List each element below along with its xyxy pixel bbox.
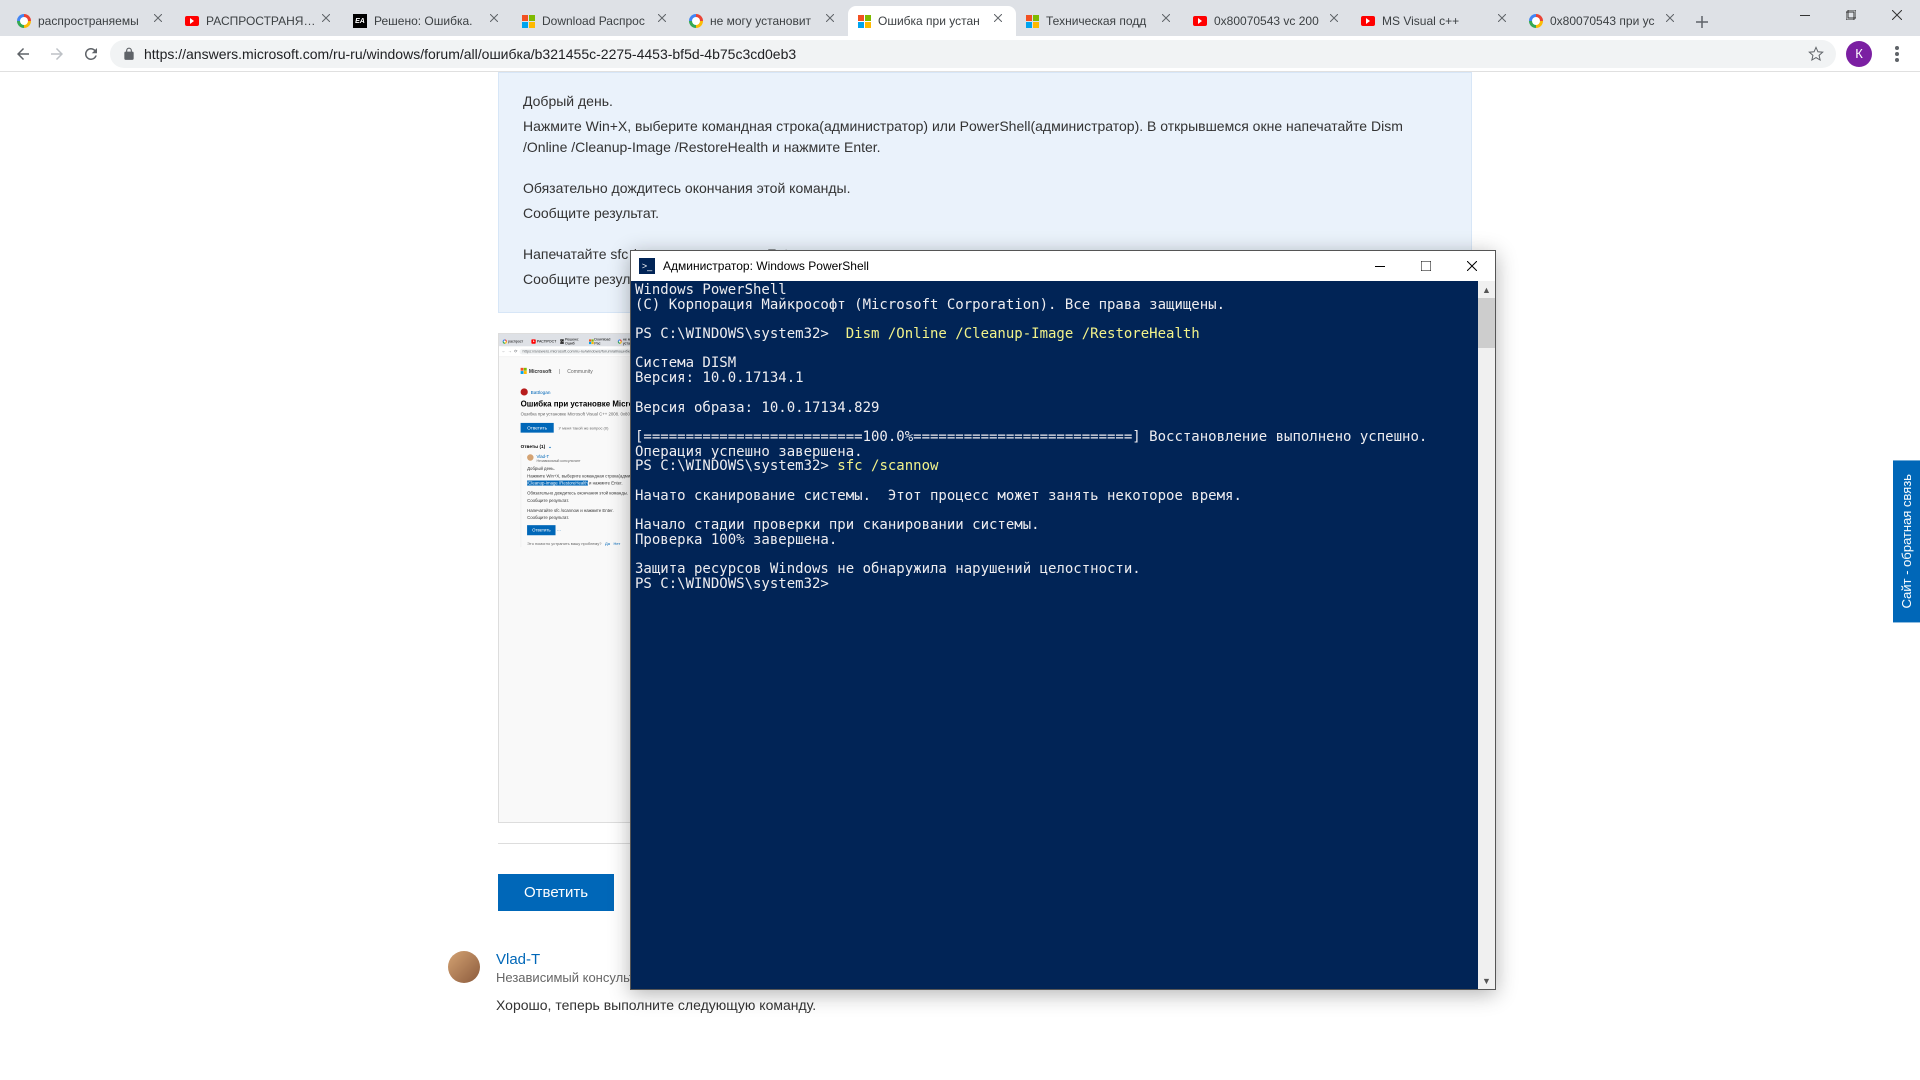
scroll-down-button[interactable]: ▼	[1478, 972, 1495, 989]
tab-title: Ошибка при устан	[878, 14, 988, 28]
answer-line: Добрый день.	[523, 91, 1447, 112]
tab-favicon: EA	[352, 13, 368, 29]
tab-title: 0x80070543 vc 200	[1214, 14, 1324, 28]
powershell-window[interactable]: >_ Администратор: Windows PowerShell Win…	[630, 250, 1496, 990]
powershell-output[interactable]: Windows PowerShell (C) Корпорация Майкро…	[631, 281, 1478, 989]
back-button[interactable]	[8, 39, 38, 69]
tab-close-icon[interactable]	[994, 14, 1008, 28]
user-avatar	[448, 951, 480, 983]
profile-avatar[interactable]: К	[1846, 41, 1872, 67]
tab-close-icon[interactable]	[1330, 14, 1344, 28]
powershell-titlebar[interactable]: >_ Администратор: Windows PowerShell	[631, 251, 1495, 281]
tab-favicon	[1528, 13, 1544, 29]
tab-favicon	[1192, 13, 1208, 29]
browser-tab[interactable]: распространяемы	[8, 6, 176, 36]
os-close-button[interactable]	[1874, 0, 1920, 30]
tab-favicon	[16, 13, 32, 29]
tab-title: распространяемы	[38, 14, 148, 28]
tab-favicon	[1360, 13, 1376, 29]
tab-favicon	[184, 13, 200, 29]
browser-tab[interactable]: Download Распрос	[512, 6, 680, 36]
lock-icon	[122, 47, 136, 61]
feedback-side-tab[interactable]: Сайт - обратная связь	[1893, 460, 1920, 622]
ps-close-button[interactable]	[1449, 251, 1495, 281]
browser-tab[interactable]: MS Visual c++	[1352, 6, 1520, 36]
browser-menu-button[interactable]	[1882, 46, 1912, 62]
ps-minimize-button[interactable]	[1357, 251, 1403, 281]
tab-close-icon[interactable]	[1498, 14, 1512, 28]
url-text: https://answers.microsoft.com/ru-ru/wind…	[144, 46, 1800, 62]
tab-title: Решено: Ошибка.	[374, 14, 484, 28]
os-maximize-button[interactable]	[1828, 0, 1874, 30]
browser-tab[interactable]: 0x80070543 при ус	[1520, 6, 1688, 36]
tab-close-icon[interactable]	[154, 14, 168, 28]
tab-favicon	[688, 13, 704, 29]
tab-close-icon[interactable]	[826, 14, 840, 28]
answer-text: Хорошо, теперь выполните следующую коман…	[496, 997, 1472, 1013]
reload-button[interactable]	[76, 39, 106, 69]
tab-close-icon[interactable]	[1666, 14, 1680, 28]
browser-tab[interactable]: Техническая подд	[1016, 6, 1184, 36]
powershell-icon: >_	[639, 258, 655, 274]
address-bar[interactable]: https://answers.microsoft.com/ru-ru/wind…	[110, 40, 1836, 68]
browser-tab[interactable]: РАСПРОСТРАНЯЕМ	[176, 6, 344, 36]
tab-title: MS Visual c++	[1382, 14, 1492, 28]
browser-tabstrip: распространяемы РАСПРОСТРАНЯЕМ EA Решено: О…	[0, 0, 1920, 36]
reply-button[interactable]: Ответить	[498, 874, 614, 911]
browser-toolbar: https://answers.microsoft.com/ru-ru/wind…	[0, 36, 1920, 72]
answer-line: Сообщите результат.	[523, 203, 1447, 224]
tab-title: 0x80070543 при ус	[1550, 14, 1660, 28]
tab-title: РАСПРОСТРАНЯЕМ	[206, 14, 316, 28]
tab-title: Download Распрос	[542, 14, 652, 28]
ps-maximize-button[interactable]	[1403, 251, 1449, 281]
browser-tab[interactable]: EA Решено: Ошибка.	[344, 6, 512, 36]
scrollbar-thumb[interactable]	[1478, 298, 1495, 348]
tab-title: не могу установит	[710, 14, 820, 28]
new-tab-button[interactable]	[1688, 8, 1716, 36]
bookmark-star-icon[interactable]	[1808, 46, 1824, 62]
browser-tab[interactable]: Ошибка при устан	[848, 6, 1016, 36]
tab-favicon	[520, 13, 536, 29]
scroll-up-button[interactable]: ▲	[1478, 281, 1495, 298]
powershell-scrollbar[interactable]: ▲ ▼	[1478, 281, 1495, 989]
os-minimize-button[interactable]	[1782, 0, 1828, 30]
tab-favicon	[1024, 13, 1040, 29]
tab-title: Техническая подд	[1046, 14, 1156, 28]
powershell-title: Администратор: Windows PowerShell	[663, 259, 1357, 273]
tab-close-icon[interactable]	[322, 14, 336, 28]
tab-close-icon[interactable]	[658, 14, 672, 28]
forward-button[interactable]	[42, 39, 72, 69]
browser-tab[interactable]: 0x80070543 vc 200	[1184, 6, 1352, 36]
answer-line: Обязательно дождитесь окончания этой ком…	[523, 178, 1447, 199]
tab-close-icon[interactable]	[490, 14, 504, 28]
tab-close-icon[interactable]	[1162, 14, 1176, 28]
browser-tab[interactable]: не могу установит	[680, 6, 848, 36]
tab-favicon	[856, 13, 872, 29]
answer-line: Нажмите Win+X, выберите командная строка…	[523, 116, 1447, 158]
